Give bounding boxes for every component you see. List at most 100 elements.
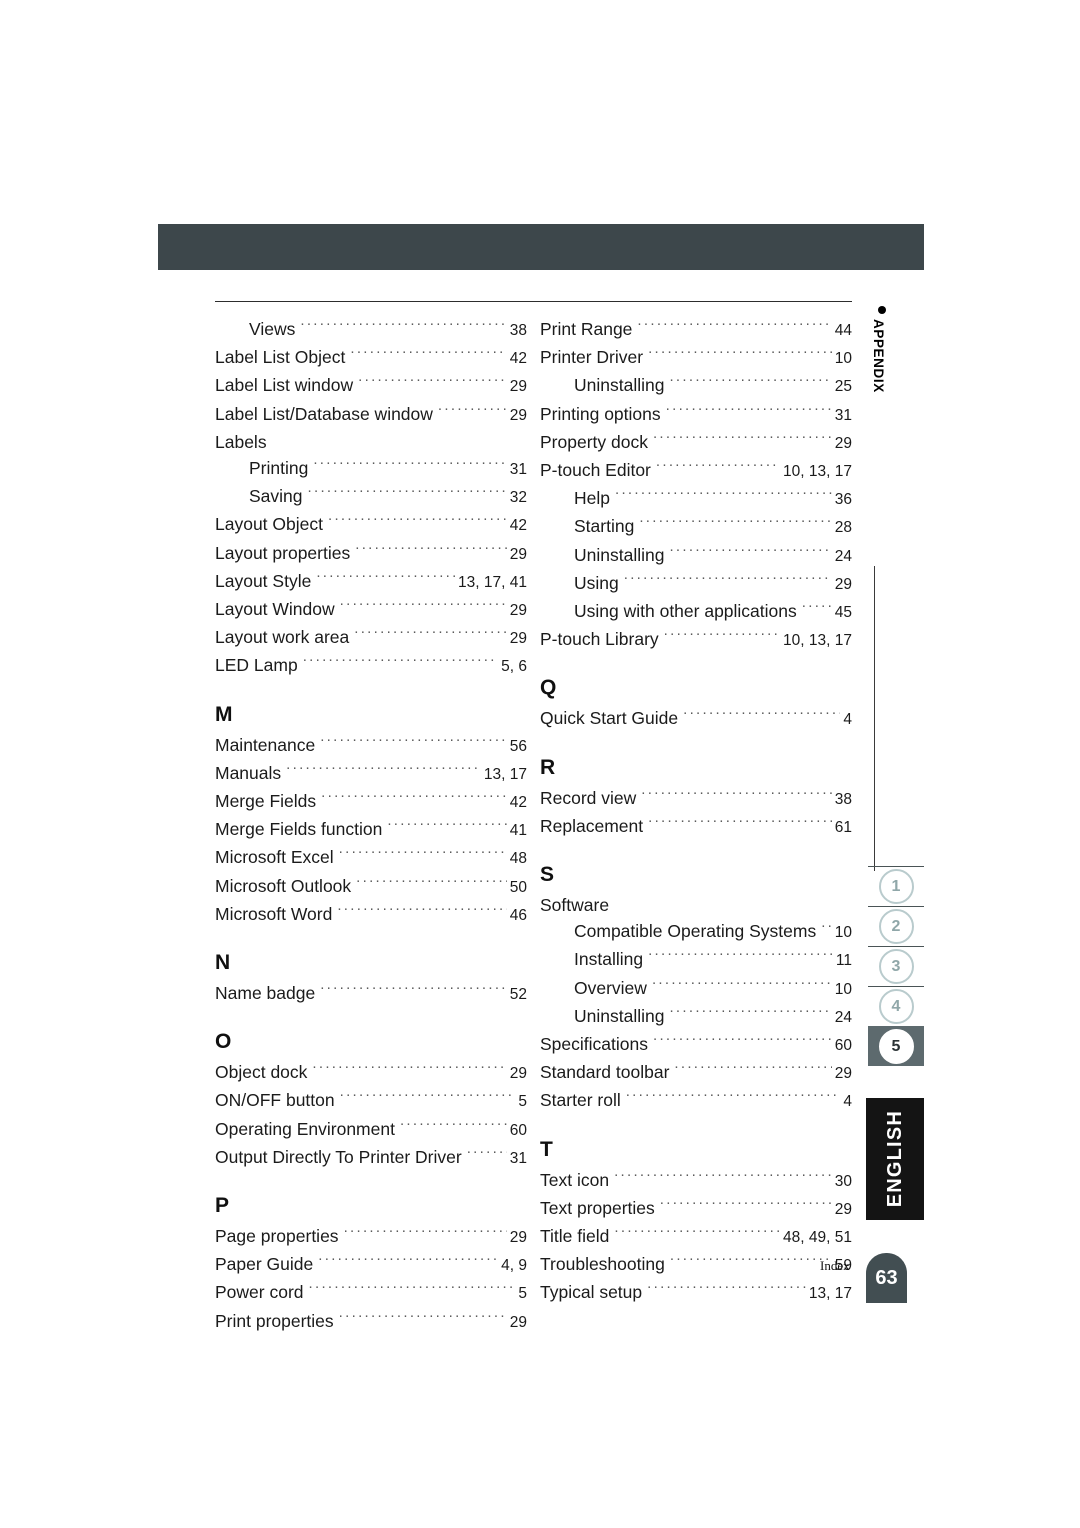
chapter-tab-3[interactable]: 3 (868, 946, 924, 986)
index-entry[interactable]: Layout Object 42 (215, 511, 527, 539)
index-entry-dot-leader (653, 430, 832, 448)
index-entry[interactable]: Standard toolbar 29 (540, 1059, 852, 1087)
index-entry-dot-leader (339, 846, 507, 864)
index-entry[interactable]: Power cord 5 (215, 1279, 527, 1307)
index-section-letter: T (540, 1137, 553, 1161)
index-entry-dot-leader (674, 1061, 831, 1079)
index-entry[interactable]: Manuals 13, 17 (215, 760, 527, 788)
index-entry[interactable]: Quick Start Guide 4 (540, 705, 852, 733)
index-entry-page-number: 5 (518, 1093, 527, 1111)
index-entry-dot-leader (321, 790, 507, 808)
index-entry-dot-leader (309, 1281, 516, 1299)
index-entry[interactable]: LED Lamp 5, 6 (215, 652, 527, 680)
index-entry[interactable]: Microsoft Outlook 50 (215, 873, 527, 901)
index-entry-label: Layout Window (215, 599, 335, 620)
index-entry-dot-leader (355, 541, 507, 559)
index-entry[interactable]: Label List/Database window 29 (215, 401, 527, 429)
index-entry[interactable]: Software (540, 892, 852, 918)
index-sub-entry[interactable]: Views 38 (215, 316, 527, 344)
index-entry[interactable]: Label List window 29 (215, 372, 527, 400)
index-entry[interactable]: Layout properties 29 (215, 540, 527, 568)
index-entry[interactable]: Property dock 29 (540, 429, 852, 457)
chapter-tab-2[interactable]: 2 (868, 906, 924, 946)
index-entry[interactable]: Starter roll 4 (540, 1087, 852, 1115)
index-entry[interactable]: Microsoft Word 46 (215, 901, 527, 929)
index-entry-dot-leader (308, 485, 507, 503)
index-entry-dot-leader (313, 457, 506, 475)
index-entry-dot-leader (669, 374, 831, 392)
index-sub-entry[interactable]: Uninstalling 24 (540, 1003, 852, 1031)
index-entry-page-number: 29 (509, 378, 527, 396)
index-entry[interactable]: Object dock 29 (215, 1059, 527, 1087)
index-sub-entry[interactable]: Help 36 (540, 485, 852, 513)
chapter-tab-4[interactable]: 4 (868, 986, 924, 1026)
index-entry[interactable]: Print Range 44 (540, 316, 852, 344)
index-entry[interactable]: Print properties 29 (215, 1308, 527, 1336)
index-entry[interactable]: Labels (215, 429, 527, 455)
index-section-letter: O (215, 1030, 232, 1054)
index-section-letter: P (215, 1194, 230, 1218)
index-entry[interactable]: Output Directly To Printer Driver 31 (215, 1144, 527, 1172)
index-sub-entry[interactable]: Overview 10 (540, 975, 852, 1003)
index-sub-entry[interactable]: Using 29 (540, 570, 852, 598)
index-entry-label: Labels (215, 431, 267, 452)
index-entry-label: Paper Guide (215, 1254, 314, 1275)
index-entry-page-number: 29 (509, 630, 527, 648)
index-entry-dot-leader (300, 318, 506, 336)
index-entry-label: P-touch Editor (540, 460, 651, 481)
index-entry[interactable]: Layout work area 29 (215, 624, 527, 652)
index-entry[interactable]: Text icon 30 (540, 1167, 852, 1195)
index-entry[interactable]: Merge Fields function 41 (215, 816, 527, 844)
index-entry[interactable]: Paper Guide 4, 9 (215, 1251, 527, 1279)
index-entry-page-number: 29 (834, 1065, 852, 1083)
index-entry[interactable]: P-touch Editor 10, 13, 17 (540, 457, 852, 485)
index-entry-dot-leader (318, 1253, 498, 1271)
index-entry[interactable]: Microsoft Excel 48 (215, 844, 527, 872)
index-entry[interactable]: Operating Environment 60 (215, 1116, 527, 1144)
index-entry-label: Page properties (215, 1226, 339, 1247)
index-entry-page-number: 56 (509, 737, 527, 755)
index-entry[interactable]: P-touch Library 10, 13, 17 (540, 626, 852, 654)
index-entry-page-number: 38 (834, 790, 852, 808)
index-sub-entry[interactable]: Saving 32 (215, 483, 527, 511)
index-top-divider (215, 301, 852, 302)
index-entry[interactable]: Page properties 29 (215, 1223, 527, 1251)
index-entry[interactable]: Title field 48, 49, 51 (540, 1223, 852, 1251)
index-entry[interactable]: Layout Style 13, 17, 41 (215, 568, 527, 596)
index-entry[interactable]: Typical setup 13, 17 (540, 1279, 852, 1307)
chapter-tab-1[interactable]: 1 (868, 866, 924, 906)
index-entry[interactable]: Name badge 52 (215, 980, 527, 1008)
index-entry[interactable]: Maintenance 56 (215, 732, 527, 760)
index-sub-entry[interactable]: Compatible Operating Systems 10 (540, 918, 852, 946)
index-entry[interactable]: Record view 38 (540, 785, 852, 813)
index-entry[interactable]: Text properties 29 (540, 1195, 852, 1223)
index-sub-entry[interactable]: Starting 28 (540, 513, 852, 541)
index-entry-page-number: 29 (509, 1065, 527, 1083)
chapter-tab-strip[interactable]: 1 2 3 4 5 (868, 866, 924, 1066)
index-entry[interactable]: ON/OFF button 5 (215, 1087, 527, 1115)
index-entry-dot-leader (350, 346, 506, 364)
index-entry[interactable]: Printer Driver 10 (540, 344, 852, 372)
index-sub-entry[interactable]: Uninstalling 25 (540, 372, 852, 400)
index-entry[interactable]: Replacement 61 (540, 813, 852, 841)
index-entry-page-number: 44 (834, 322, 852, 339)
index-entry-page-number: 52 (509, 986, 527, 1004)
index-entry-page-number: 41 (509, 822, 527, 840)
index-sub-entry[interactable]: Uninstalling 24 (540, 542, 852, 570)
index-entry-label: Power cord (215, 1282, 304, 1303)
index-entry-label: Microsoft Excel (215, 847, 334, 868)
index-sub-entry[interactable]: Installing 11 (540, 946, 852, 974)
index-entry-page-number: 29 (509, 1229, 527, 1247)
index-entry-page-number: 13, 17 (483, 765, 527, 783)
index-entry[interactable]: Merge Fields 42 (215, 788, 527, 816)
chapter-tab-5[interactable]: 5 (868, 1026, 924, 1066)
index-entry[interactable]: Troubleshooting59 (540, 1251, 852, 1279)
index-entry[interactable]: Label List Object 42 (215, 344, 527, 372)
index-entry[interactable]: Printing options 31 (540, 401, 852, 429)
index-entry-label: Layout work area (215, 627, 350, 648)
index-entry[interactable]: Specifications 60 (540, 1031, 852, 1059)
index-entry[interactable]: Layout Window 29 (215, 596, 527, 624)
index-sub-entry[interactable]: Using with other applications 45 (540, 598, 852, 626)
bullet-icon (878, 306, 886, 314)
index-sub-entry[interactable]: Printing 31 (215, 455, 527, 483)
